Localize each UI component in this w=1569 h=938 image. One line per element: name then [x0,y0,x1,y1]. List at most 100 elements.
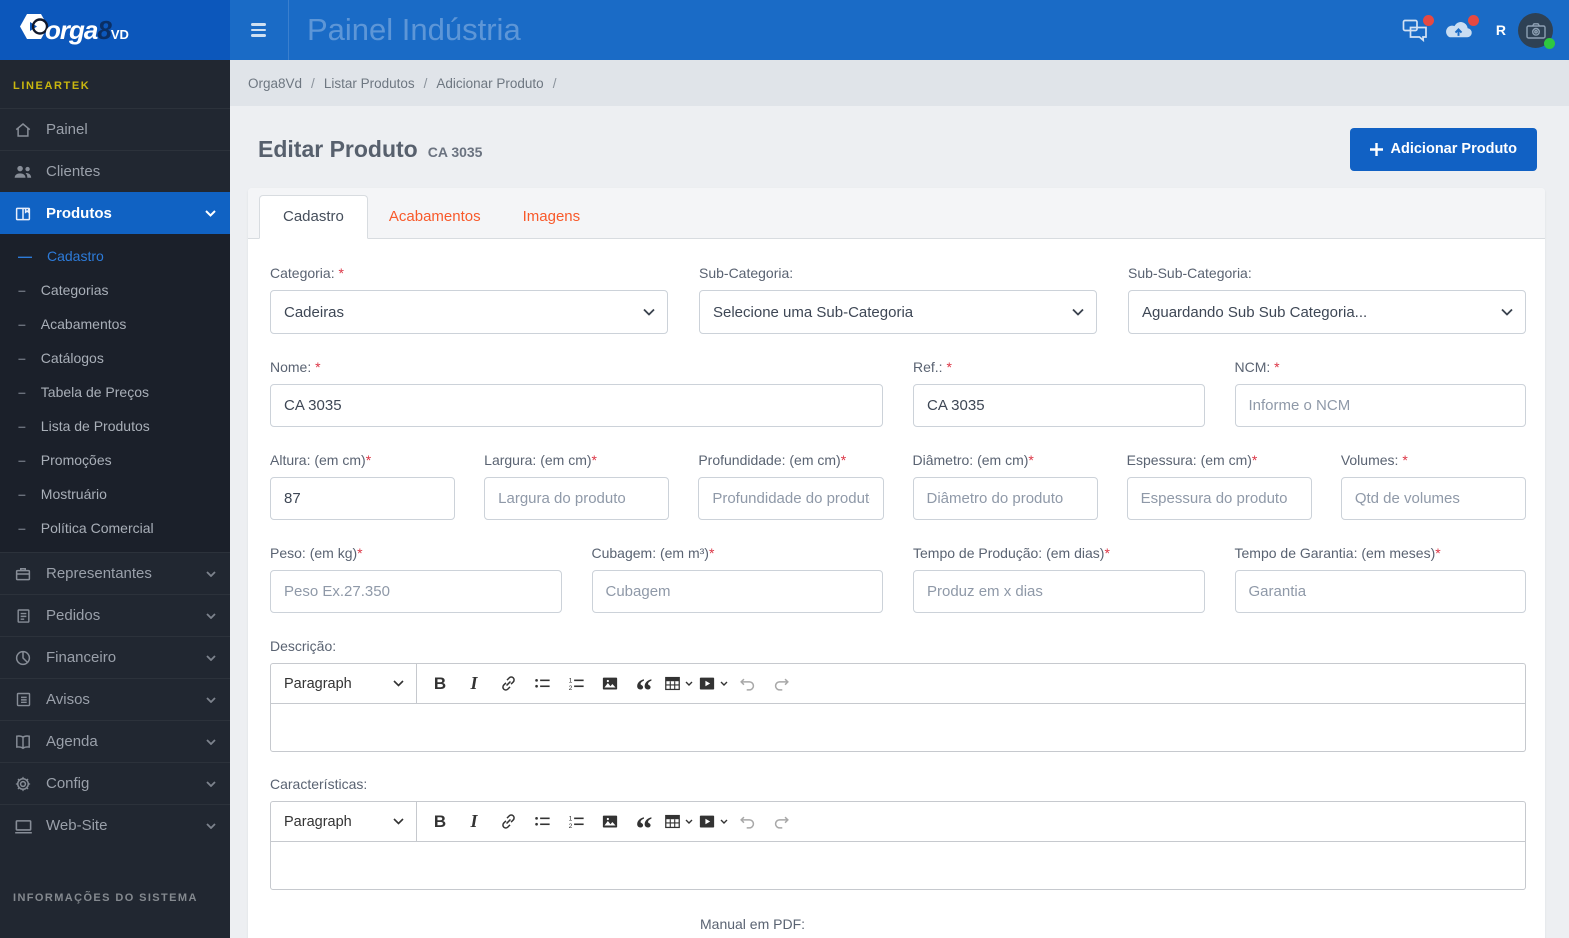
toolbar-separator [416,801,417,842]
sub-sub-categoria-select[interactable]: Aguardando Sub Sub Categoria... [1128,290,1526,334]
italic-icon[interactable]: I [459,669,489,699]
insert-table-icon[interactable] [663,807,693,837]
submenu-item-categorias[interactable]: Categorias [0,273,230,307]
ref-input[interactable] [913,384,1205,427]
sidebar-item-config[interactable]: Config [0,762,230,804]
sub-categoria-select[interactable]: Selecione uma Sub-Categoria [699,290,1097,334]
diametro-input[interactable] [912,477,1098,520]
submenu-item-cadastro[interactable]: Cadastro [0,239,230,273]
page-subtitle: CA 3035 [427,144,483,160]
field-caracteristicas: Características: Paragraph B I 1 2 “ [270,776,1526,890]
tempo-producao-input[interactable] [913,570,1205,613]
user-initial: R [1495,22,1506,38]
sidebar-item-pedidos[interactable]: Pedidos [0,594,230,636]
cubagem-input[interactable] [591,570,883,613]
numbered-list-icon[interactable]: 12 [561,669,591,699]
volumes-input[interactable] [1340,477,1526,520]
submenu-item-mostruario[interactable]: Mostruário [0,477,230,511]
numbered-list-icon[interactable]: 12 [561,807,591,837]
sidebar-item-produtos[interactable]: Produtos [0,192,230,234]
sidebar-item-web-site[interactable]: Web-Site [0,804,230,846]
svg-text:1: 1 [568,677,572,684]
italic-icon[interactable]: I [459,807,489,837]
field-altura: Altura: (em cm)* [270,452,456,520]
notification-badge [1422,14,1434,26]
field-label: Nome: * [270,359,321,375]
field-cubagem: Cubagem: (em m³)* [591,545,883,613]
submenu-item-acabamentos[interactable]: Acabamentos [0,307,230,341]
categoria-select[interactable]: Cadeiras [270,290,668,334]
tab-imagens[interactable]: Imagens [502,196,602,238]
bold-icon[interactable]: B [425,807,455,837]
tempo-garantia-input[interactable] [1234,570,1526,613]
sidebar-item-clientes[interactable]: Clientes [0,150,230,192]
page-content: Editar Produto CA 3035 Adicionar Produto… [230,106,1569,938]
largura-input[interactable] [484,477,670,520]
link-icon[interactable] [493,807,523,837]
breadcrumb-item[interactable]: Orga8Vd [248,76,302,91]
tab-acabamentos[interactable]: Acabamentos [368,196,502,238]
field-label: Sub-Categoria: [699,265,794,281]
submenu-item-politica-comercial[interactable]: Política Comercial [0,511,230,545]
paragraph-dropdown[interactable]: Paragraph [271,802,416,841]
field-label: Categoria: * [270,265,344,281]
link-icon[interactable] [493,669,523,699]
field-label: Peso: (em kg)* [270,545,363,561]
sidebar-nav: Painel Clientes Produtos Cadastro Ca [0,108,230,846]
field-label: Sub-Sub-Categoria: [1128,265,1252,281]
block-quote-icon[interactable]: “ [629,807,659,846]
nome-input[interactable] [270,384,883,427]
insert-image-icon[interactable] [595,807,625,837]
submenu-item-tabela-de-precos[interactable]: Tabela de Preços [0,375,230,409]
redo-icon[interactable] [766,807,796,837]
bold-icon[interactable]: B [425,669,455,699]
caracteristicas-editor: Paragraph B I 1 2 “ [270,801,1526,890]
avatar[interactable] [1518,12,1555,49]
tab-cadastro[interactable]: Cadastro [259,195,368,239]
messages-icon[interactable] [1402,14,1434,42]
brand-logo[interactable]: orga8VD [0,0,230,60]
insert-media-icon[interactable] [697,807,728,837]
descricao-editor: Paragraph B I 1 2 “ [270,663,1526,752]
add-product-button[interactable]: Adicionar Produto [1349,127,1537,171]
caracteristicas-editor-content[interactable] [271,842,1525,889]
descricao-editor-content[interactable] [271,704,1525,751]
submenu-item-catalogos[interactable]: Catálogos [0,341,230,375]
bulleted-list-icon[interactable] [527,807,557,837]
bulleted-list-icon[interactable] [527,669,557,699]
espessura-input[interactable] [1126,477,1312,520]
sidebar-item-representantes[interactable]: Representantes [0,552,230,594]
submenu-item-promocoes[interactable]: Promoções [0,443,230,477]
top-bar: Painel Indústria R [230,0,1569,60]
undo-icon[interactable] [732,669,762,699]
sidebar-item-painel[interactable]: Painel [0,108,230,150]
ncm-input[interactable] [1234,384,1526,427]
sidebar-item-financeiro[interactable]: Financeiro [0,636,230,678]
cloud-upload-icon[interactable] [1443,15,1479,41]
insert-image-icon[interactable] [595,669,625,699]
altura-input[interactable] [270,477,456,520]
breadcrumb-item[interactable]: Adicionar Produto [436,76,543,91]
insert-media-icon[interactable] [697,669,728,699]
menu-toggle-icon[interactable] [230,0,288,60]
sidebar-item-agenda[interactable]: Agenda [0,720,230,762]
insert-table-icon[interactable] [663,669,693,699]
field-descricao: Descrição: Paragraph B I 1 2 “ [270,638,1526,752]
gear-icon [13,774,33,794]
notification-badge [1467,15,1479,26]
field-sub-categoria: Sub-Categoria: Selecione uma Sub-Categor… [699,265,1097,334]
redo-icon[interactable] [766,669,796,699]
breadcrumb-item[interactable]: Listar Produtos [324,76,415,91]
field-espessura: Espessura: (em cm)* [1126,452,1312,520]
peso-input[interactable] [270,570,562,613]
block-quote-icon[interactable]: “ [629,669,659,708]
chevron-down-icon [206,612,216,619]
page-title: Editar Produto [258,135,418,162]
undo-icon[interactable] [732,807,762,837]
paragraph-dropdown[interactable]: Paragraph [271,664,416,703]
chevron-down-icon [206,570,216,577]
chevron-down-icon [206,696,216,703]
submenu-item-lista-de-produtos[interactable]: Lista de Produtos [0,409,230,443]
sidebar-item-avisos[interactable]: Avisos [0,678,230,720]
profundidade-input[interactable] [698,477,884,520]
